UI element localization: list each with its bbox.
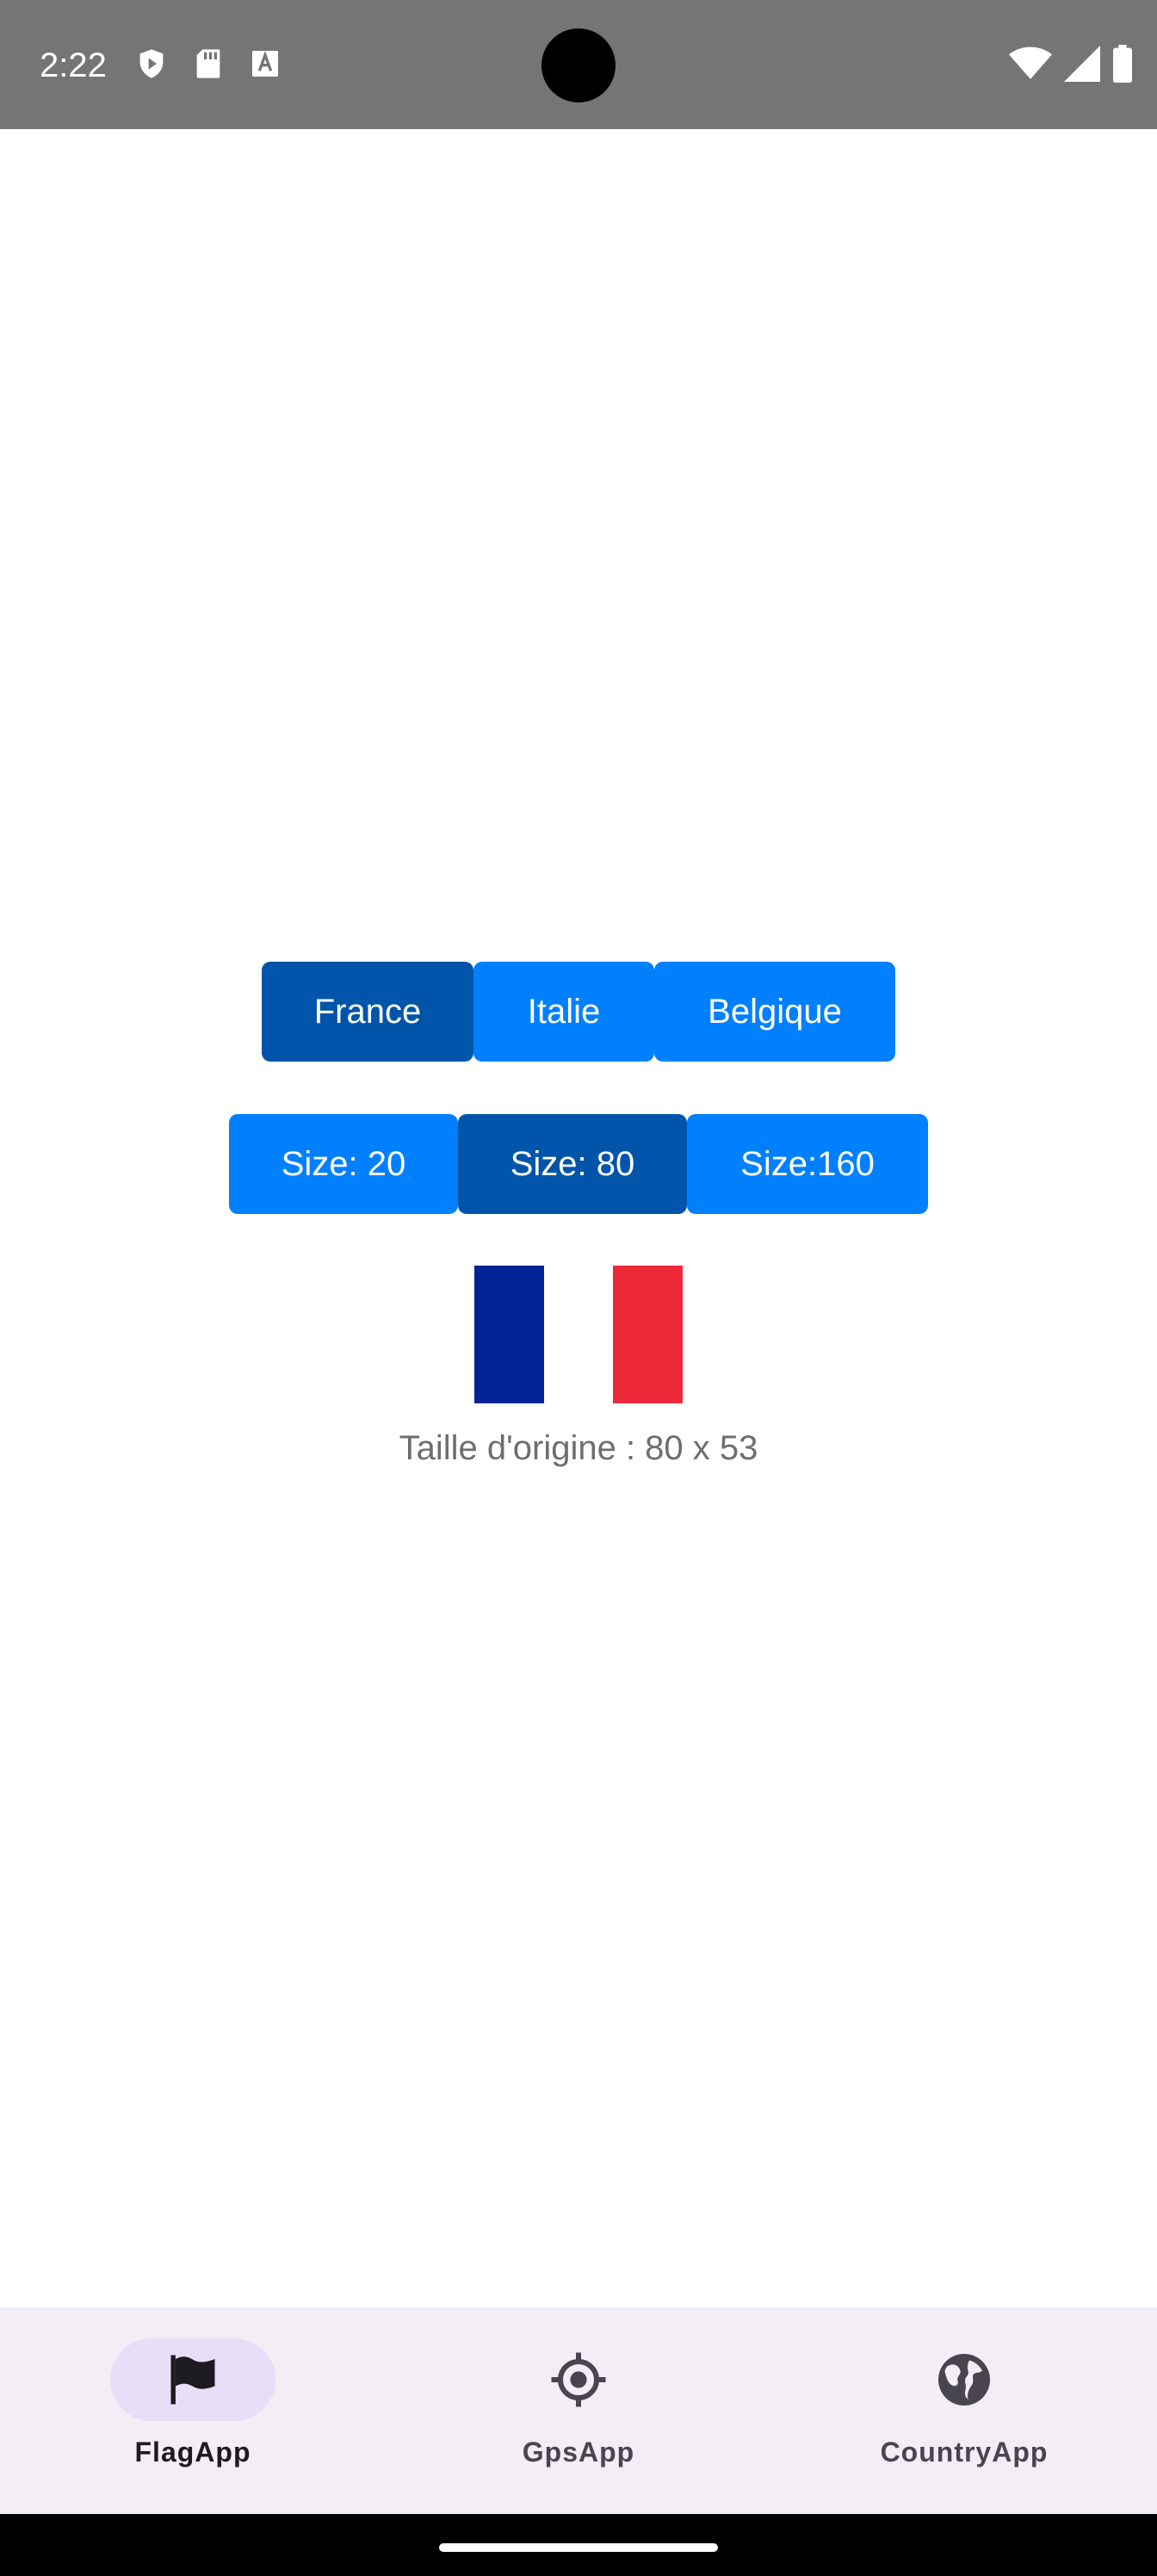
gesture-navigation-bar	[0, 2514, 1157, 2576]
original-size-caption: Taille d'origine : 80 x 53	[399, 1429, 758, 1467]
nav-item-countryapp[interactable]: CountryApp	[771, 2307, 1157, 2514]
country-button-belgique[interactable]: Belgique	[654, 962, 895, 1062]
flag-icon	[170, 2355, 215, 2405]
font-a-icon	[252, 51, 278, 77]
bottom-navigation: FlagApp GpsApp CountryApp	[0, 2307, 1157, 2514]
nav-label-flagapp: FlagApp	[134, 2437, 251, 2468]
nav-item-flagapp[interactable]: FlagApp	[0, 2307, 386, 2514]
signal-icon	[1064, 46, 1100, 82]
main-content	[0, 129, 1157, 2307]
nav-label-gpsapp: GpsApp	[522, 2437, 635, 2468]
status-bar: 2:22	[0, 0, 1157, 129]
size-button-160[interactable]: Size:160	[687, 1114, 928, 1214]
size-button-80[interactable]: Size: 80	[458, 1114, 687, 1214]
sd-card-icon	[196, 49, 220, 78]
wifi-icon	[1009, 46, 1052, 79]
flag-image-france	[474, 1266, 684, 1403]
country-button-italie[interactable]: Italie	[473, 962, 654, 1062]
shield-play-icon	[139, 49, 164, 78]
flag-stripe-blue	[474, 1266, 544, 1403]
status-icons-right	[1009, 45, 1133, 83]
globe-icon	[938, 2354, 990, 2406]
battery-icon	[1113, 45, 1132, 83]
country-button-france[interactable]: France	[262, 962, 473, 1062]
gps-target-icon	[551, 2352, 606, 2407]
status-time: 2:22	[40, 46, 107, 84]
size-button-20[interactable]: Size: 20	[229, 1114, 458, 1214]
status-icons-left	[134, 46, 282, 81]
flag-stripe-red	[613, 1266, 684, 1403]
camera-cutout	[541, 28, 616, 102]
nav-item-gpsapp[interactable]: GpsApp	[386, 2307, 771, 2514]
gesture-handle[interactable]	[439, 2543, 718, 2552]
nav-label-countryapp: CountryApp	[880, 2437, 1049, 2468]
flag-stripe-white	[543, 1266, 614, 1403]
